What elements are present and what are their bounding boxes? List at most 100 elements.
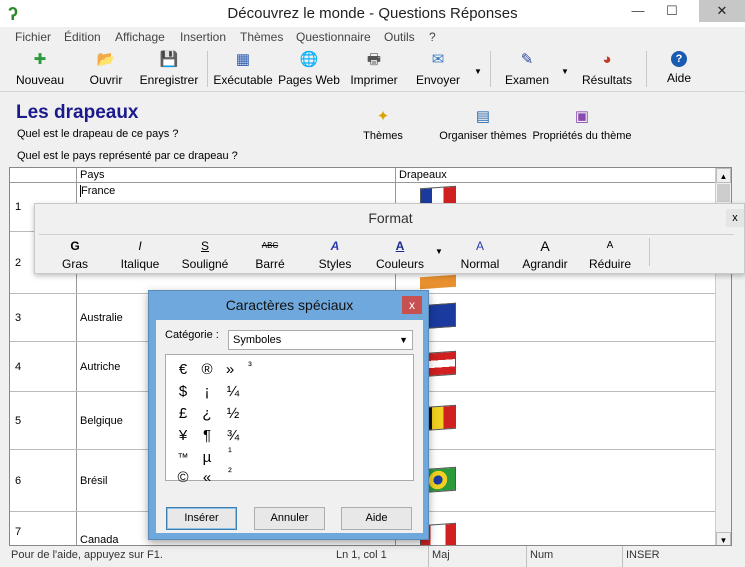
help-button[interactable]: ? Aide [658, 49, 700, 90]
toolbar-separator [646, 51, 647, 87]
maximize-button[interactable]: ☐ [657, 0, 687, 22]
exam-button[interactable]: ✎ Examen [502, 49, 552, 90]
colors-button[interactable]: A Couleurs [370, 239, 430, 271]
italic-button[interactable]: I Italique [110, 239, 170, 271]
grow-font-button[interactable]: A Agrandir [515, 239, 575, 271]
symbol-item[interactable]: « [196, 467, 218, 489]
shrink-font-button[interactable]: A Réduire [580, 239, 640, 271]
dialog-close-button[interactable]: x [402, 296, 422, 314]
help-label: Aide [666, 71, 692, 85]
close-button[interactable]: ✕ [699, 0, 745, 22]
symbol-item[interactable]: ¼ [222, 381, 244, 403]
font-color-icon: A [395, 239, 405, 253]
menu-edition[interactable]: Édition [64, 30, 101, 44]
symbol-item[interactable]: » [219, 359, 241, 381]
format-tools: G Gras I Italique S Souligné ABC Barré A Styl… [39, 234, 734, 271]
bold-button[interactable]: G Gras [45, 239, 105, 271]
chevron-down-icon: ▼ [399, 335, 408, 345]
scroll-down-icon[interactable]: ▼ [716, 532, 731, 545]
menu-bar: Fichier Édition Affichage Insertion Thèm… [0, 27, 745, 47]
scroll-up-icon[interactable]: ▲ [716, 168, 731, 183]
row-number: 7 [10, 512, 77, 545]
status-maj: Maj [428, 546, 526, 567]
symbol-item[interactable]: µ [196, 447, 218, 469]
save-label: Enregistrer [139, 73, 199, 87]
symbols-list[interactable]: € ® » ³ $ ¡ ¼ £ ¿ ½ ¥ ¶ ¾ ™ µ ¹ © « ² [165, 354, 414, 486]
menu-questionnaire[interactable]: Questionnaire [296, 30, 371, 44]
send-button[interactable]: ✉ Envoyer [412, 49, 464, 90]
exam-dropdown-arrow-icon[interactable]: ▼ [561, 67, 569, 76]
themes-icon: ✦ [376, 108, 390, 125]
underline-icon: S [200, 239, 209, 253]
minimize-button[interactable]: — [623, 0, 653, 22]
theme-properties-button[interactable]: ▣ Propriétés du thème [532, 108, 632, 142]
category-value: Symboles [233, 334, 282, 346]
toolbar-separator [490, 51, 491, 87]
normal-size-button[interactable]: A Normal [450, 239, 510, 271]
pays-text[interactable]: France [80, 185, 115, 197]
flag-cell[interactable] [396, 392, 716, 449]
question-2: Quel est le pays représenté par ce drape… [17, 150, 238, 162]
insert-button[interactable]: Insérer [166, 507, 237, 530]
symbol-item[interactable]: ² [219, 461, 241, 483]
header-pays[interactable]: Pays [77, 168, 396, 183]
symbol-item[interactable]: ³ [239, 355, 261, 377]
menu-help[interactable]: ? [429, 30, 436, 44]
flag-cell[interactable] [396, 512, 716, 545]
dialog-help-button[interactable]: Aide [341, 507, 412, 530]
grow-font-icon: A [540, 238, 550, 254]
flag-cell[interactable] [396, 450, 716, 511]
special-characters-dialog: Caractères spéciaux x Catégorie : Symbol… [148, 290, 429, 540]
symbol-item[interactable]: $ [172, 381, 194, 403]
cancel-button[interactable]: Annuler [254, 507, 325, 530]
underline-button[interactable]: S Souligné [175, 239, 235, 271]
symbol-item[interactable]: ¶ [196, 425, 218, 447]
styles-button[interactable]: A Styles [305, 239, 365, 271]
status-bar: Pour de l'aide, appuyez sur F1. Ln 1, co… [0, 546, 745, 567]
open-button[interactable]: 📂 Ouvrir [82, 49, 130, 90]
send-dropdown-arrow-icon[interactable]: ▼ [474, 67, 482, 76]
format-close-button[interactable]: x [726, 209, 744, 227]
web-pages-button[interactable]: 🌐 Pages Web [278, 49, 340, 90]
category-select[interactable]: Symboles ▼ [228, 330, 413, 350]
symbol-item[interactable]: © [172, 467, 194, 489]
executable-button[interactable]: ▦ Exécutable [212, 49, 274, 90]
flag-cell[interactable] [396, 294, 716, 341]
print-label: Imprimer [350, 73, 398, 87]
symbol-item[interactable]: ¹ [219, 441, 241, 463]
header-drapeaux[interactable]: Drapeaux [396, 168, 716, 183]
new-button[interactable]: ✚ Nouveau [10, 49, 70, 90]
save-button[interactable]: 💾 Enregistrer [138, 49, 200, 90]
title-bar: ʔ Découvrez le monde - Questions Réponse… [0, 0, 745, 27]
flag-cell[interactable] [396, 342, 716, 391]
symbol-item[interactable]: ™ [172, 447, 194, 469]
question-1: Quel est le drapeau de ce pays ? [17, 128, 179, 140]
symbol-item[interactable]: ¥ [172, 425, 194, 447]
scroll-thumb[interactable] [717, 184, 730, 202]
row-number: 4 [10, 342, 77, 391]
menu-themes[interactable]: Thèmes [240, 30, 283, 44]
shrink-font-label: Réduire [588, 257, 632, 271]
italic-icon: I [138, 239, 142, 253]
symbol-item[interactable]: ½ [222, 403, 244, 425]
row-number: 5 [10, 392, 77, 449]
strikethrough-button[interactable]: ABC Barré [240, 239, 300, 271]
symbol-item[interactable]: ¿ [196, 403, 218, 425]
symbol-item[interactable]: £ [172, 403, 194, 425]
themes-button[interactable]: ✦ Thèmes [360, 108, 406, 142]
menu-outils[interactable]: Outils [384, 30, 415, 44]
symbol-item[interactable]: ¡ [196, 381, 218, 403]
results-button[interactable]: ◕ Résultats [580, 49, 634, 90]
dialog-title: Caractères spéciaux [225, 297, 354, 313]
bold-icon: G [70, 239, 80, 253]
print-button[interactable]: 🖶 Imprimer [346, 49, 402, 90]
menu-affichage[interactable]: Affichage [115, 30, 165, 44]
organize-themes-button[interactable]: ▤ Organiser thèmes [438, 108, 528, 142]
symbol-item[interactable]: € [172, 359, 194, 381]
styles-icon: A [330, 239, 340, 253]
colors-dropdown-arrow-icon[interactable]: ▼ [435, 247, 443, 256]
format-toolbar-window: Format x G Gras I Italique S Souligné ABC Ba… [34, 203, 745, 274]
menu-insertion[interactable]: Insertion [180, 30, 226, 44]
symbol-item[interactable]: ® [196, 359, 218, 381]
menu-fichier[interactable]: Fichier [15, 30, 51, 44]
